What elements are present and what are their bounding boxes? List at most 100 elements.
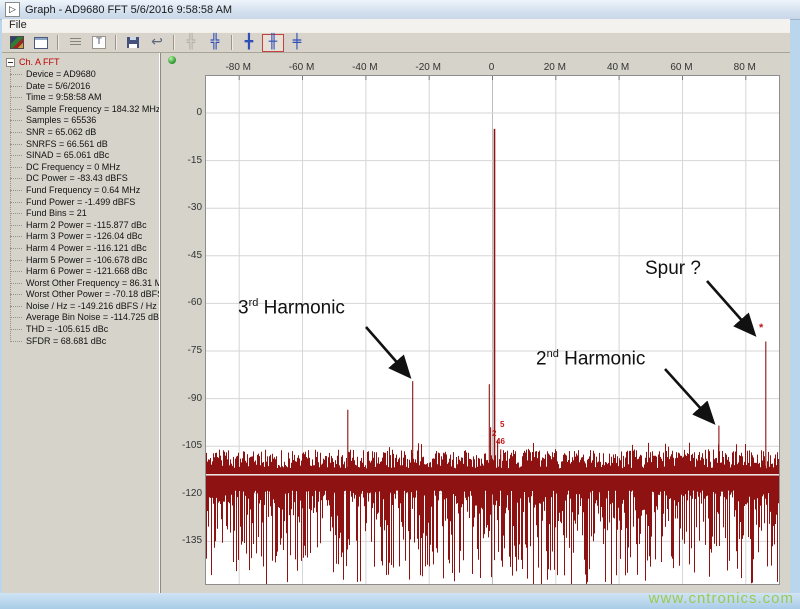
text-properties-icon: T bbox=[92, 36, 106, 49]
tree-item[interactable]: Worst Other Frequency = 86.31 MHz bbox=[6, 277, 160, 290]
tree-item[interactable]: Device = AD9680 bbox=[6, 69, 159, 81]
tree-item-label: Fund Bins = 21 bbox=[26, 208, 87, 219]
tree-item[interactable]: DC Power = -83.43 dBFS bbox=[6, 173, 159, 185]
tree-item[interactable]: Sample Frequency = 184.32 MHz bbox=[6, 104, 159, 116]
tree-item[interactable]: Date = 5/6/2016 bbox=[6, 80, 159, 93]
window-title: Graph - AD9680 FFT 5/6/2016 9:58:58 AM bbox=[25, 3, 233, 16]
toolbar-button-pan[interactable]: ╋ bbox=[238, 34, 260, 52]
x-axis-tick-label: 40 M bbox=[607, 62, 630, 73]
y-axis-tick-label: 0 bbox=[196, 107, 202, 118]
tree-item-label: THD = -105.615 dBc bbox=[26, 324, 109, 335]
annotation-label: 2nd Harmonic bbox=[536, 348, 646, 370]
tree-item[interactable]: Harm 5 Power = -106.678 dBc bbox=[6, 254, 159, 267]
toolbar-button-zoom-vertical[interactable]: ╪ bbox=[286, 34, 308, 52]
tree-item[interactable]: SNR = 65.062 dB bbox=[6, 126, 159, 139]
save-icon bbox=[127, 37, 139, 48]
tree-item[interactable]: Harm 2 Power = -115.877 dBc bbox=[6, 219, 159, 232]
menu-file[interactable]: File bbox=[2, 19, 34, 32]
graph-image-icon bbox=[10, 36, 24, 49]
tree-item-label: Average Bin Noise = -114.725 dBFS bbox=[26, 312, 160, 323]
x-axis-tick-label: -20 M bbox=[415, 62, 441, 73]
export-icon: ↩ bbox=[151, 34, 163, 50]
tree-item[interactable]: Harm 4 Power = -116.121 dBc bbox=[6, 242, 159, 255]
y-axis-tick-label: -120 bbox=[181, 487, 202, 499]
tree-item[interactable]: THD = -105.615 dBc bbox=[6, 324, 159, 336]
y-axis-tick-label: -135 bbox=[181, 535, 202, 547]
tree-item-label: Samples = 65536 bbox=[26, 115, 97, 126]
annotation-label: Spur ? bbox=[645, 258, 701, 279]
title-bar[interactable]: ▷ Graph - AD9680 FFT 5/6/2016 9:58:58 AM bbox=[0, 0, 800, 20]
zoom-horizontal-icon: ╫ bbox=[268, 34, 278, 50]
tree-item-label: DC Frequency = 0 MHz bbox=[26, 161, 121, 172]
toolbar-separator bbox=[57, 35, 59, 50]
x-axis-tick-label: 0 bbox=[488, 62, 495, 73]
x-axis-tick-label: 60 M bbox=[670, 62, 693, 73]
tree-item-label: Worst Other Power = -70.18 dBFS bbox=[26, 289, 160, 300]
status-led-icon bbox=[168, 56, 176, 64]
toolbar-button-list-view[interactable] bbox=[64, 34, 86, 52]
tree-item-label: Harm 6 Power = -121.668 dBc bbox=[26, 266, 148, 277]
tree-item[interactable]: Noise / Hz = -149.216 dBFS / Hz bbox=[6, 300, 159, 313]
grid-on-icon: ╬ bbox=[210, 34, 220, 50]
x-axis-tick-label: -80 M bbox=[225, 62, 251, 73]
tree-item[interactable]: Harm 3 Power = -126.04 dBc bbox=[6, 231, 159, 243]
tree-item-label: Fund Power = -1.499 dBFS bbox=[26, 196, 136, 207]
y-axis-tick-label: -90 bbox=[187, 392, 202, 404]
tree-item-label: Harm 2 Power = -115.877 dBc bbox=[26, 219, 147, 230]
tree-item[interactable]: Samples = 65536 bbox=[6, 115, 159, 127]
x-axis-tick-label: -60 M bbox=[288, 62, 315, 73]
tree-item[interactable]: SFDR = 68.681 dBc bbox=[6, 335, 159, 348]
tree-item-label: Harm 4 Power = -116.121 dBc bbox=[26, 242, 147, 253]
tree-item[interactable]: Time = 9:58:58 AM bbox=[6, 92, 159, 104]
tree-item-label: Noise / Hz = -149.216 dBFS / Hz bbox=[26, 300, 157, 311]
tree-item[interactable]: Worst Other Power = -70.18 dBFS bbox=[6, 289, 160, 301]
x-axis-tick-label: 20 M bbox=[543, 62, 566, 73]
tree-item-label: SNRFS = 66.561 dB bbox=[26, 138, 108, 149]
toolbar-button-text-properties[interactable]: T bbox=[88, 34, 110, 52]
toolbar-separator bbox=[173, 35, 175, 50]
plot-area[interactable] bbox=[205, 75, 780, 585]
tree-item[interactable]: SNRFS = 66.561 dB bbox=[6, 138, 159, 151]
form-view-icon bbox=[34, 36, 48, 49]
tree-item-label: Harm 5 Power = -106.678 dBc bbox=[26, 254, 148, 265]
tree-item-label: SFDR = 68.681 dBc bbox=[26, 335, 107, 346]
y-axis-tick-label: -30 bbox=[187, 202, 202, 214]
toolbar-button-grid-off[interactable]: ╬ bbox=[180, 34, 202, 52]
harmonic-number-marker: 5 bbox=[500, 420, 505, 429]
toolbar-button-save[interactable] bbox=[122, 34, 144, 52]
y-axis-tick-label: -75 bbox=[187, 344, 202, 356]
x-axis-tick-label: -40 M bbox=[352, 62, 378, 73]
y-axis-tick-label: -60 bbox=[187, 297, 202, 309]
toolbar-button-graph-image[interactable] bbox=[6, 34, 28, 52]
toolbar-button-grid-on[interactable]: ╬ bbox=[204, 34, 226, 52]
annotation-label: 3rd Harmonic bbox=[238, 297, 345, 319]
toolbar-button-form-view[interactable] bbox=[30, 34, 52, 52]
tree-item-label: Device = AD9680 bbox=[26, 69, 96, 79]
tree-item[interactable]: Fund Frequency = 0.64 MHz bbox=[6, 185, 159, 197]
tree-item[interactable]: Average Bin Noise = -114.725 dBFS bbox=[6, 312, 160, 324]
tree-item-label: Time = 9:58:58 AM bbox=[26, 92, 102, 103]
tree-item[interactable]: Harm 6 Power = -121.668 dBc bbox=[6, 266, 159, 278]
tree-item[interactable]: SINAD = 65.061 dBc bbox=[6, 150, 159, 162]
tree-item[interactable]: Fund Bins = 21 bbox=[6, 208, 159, 220]
tree-item-label: Worst Other Frequency = 86.31 MHz bbox=[26, 277, 160, 288]
grid-off-icon: ╬ bbox=[186, 34, 196, 50]
watermark: www.cntronics.com bbox=[648, 590, 794, 607]
tree-item-label: Date = 5/6/2016 bbox=[26, 80, 91, 91]
collapse-expander-icon[interactable] bbox=[6, 57, 15, 67]
tree-item-label: SNR = 65.062 dB bbox=[26, 126, 97, 137]
spectrum-plot[interactable] bbox=[206, 76, 779, 584]
toolbar-button-zoom-horizontal[interactable]: ╫ bbox=[262, 33, 284, 52]
app-icon: ▷ bbox=[5, 2, 20, 17]
tree-item[interactable]: DC Frequency = 0 MHz bbox=[6, 161, 159, 174]
y-axis-tick-label: -15 bbox=[187, 154, 202, 166]
tree-item-label: Harm 3 Power = -126.04 dBc bbox=[26, 231, 143, 242]
tree-item-label: SINAD = 65.061 dBc bbox=[26, 150, 110, 161]
fft-results-tree: Ch. A FFT Device = AD9680 Date = 5/6/2016… bbox=[6, 56, 160, 348]
spur-asterisk-marker: * bbox=[759, 322, 764, 334]
tree-root[interactable]: Ch. A FFT bbox=[6, 56, 159, 68]
toolbar-button-export[interactable]: ↩ bbox=[146, 34, 168, 52]
tree-item[interactable]: Fund Power = -1.499 dBFS bbox=[6, 196, 159, 209]
y-axis-tick-label: -45 bbox=[187, 249, 202, 261]
toolbar-separator bbox=[231, 35, 233, 50]
